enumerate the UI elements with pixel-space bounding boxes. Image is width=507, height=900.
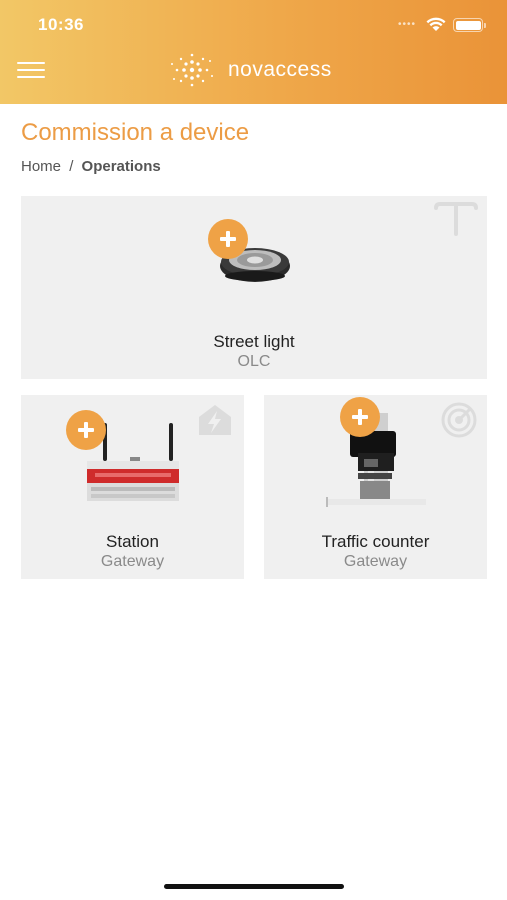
status-time: 10:36 — [38, 15, 84, 34]
add-device-button[interactable] — [66, 410, 106, 450]
signal-icon: •••• — [398, 19, 417, 30]
plus-icon — [220, 231, 236, 247]
status-bar: 10:36 •••• — [0, 0, 507, 50]
wifi-icon — [426, 17, 446, 31]
plus-icon — [352, 409, 368, 425]
breadcrumb-current: Operations — [81, 158, 161, 175]
radar-icon — [441, 402, 477, 438]
brand-name: novaccess — [228, 58, 332, 81]
device-name: Street light — [213, 332, 295, 351]
menu-button[interactable] — [17, 62, 45, 80]
breadcrumb-home[interactable]: Home — [21, 158, 61, 175]
page-title: Commission a device — [21, 119, 250, 146]
device-card-station[interactable]: Station Gateway — [21, 395, 244, 579]
lightning-house-icon — [199, 405, 231, 435]
app-header: 10:36 •••• novaccess — [0, 0, 507, 104]
pole-icon — [434, 202, 478, 236]
plus-icon — [78, 422, 94, 438]
device-type: Gateway — [343, 553, 408, 570]
device-card-street-light[interactable]: Street light OLC — [21, 196, 487, 379]
device-type: OLC — [237, 353, 271, 370]
add-device-button[interactable] — [340, 397, 380, 437]
add-device-button[interactable] — [208, 219, 248, 259]
novaccess-logo-icon — [171, 53, 213, 87]
device-name: Station — [106, 532, 159, 551]
brand: novaccess — [168, 50, 332, 90]
breadcrumb-separator: / — [69, 158, 74, 175]
device-name: Traffic counter — [321, 532, 430, 551]
battery-icon — [453, 18, 486, 32]
home-indicator[interactable] — [164, 884, 344, 889]
breadcrumb: Home / Operations — [21, 158, 161, 175]
device-type: Gateway — [100, 553, 165, 570]
device-card-traffic-counter[interactable]: Traffic counter Gateway — [264, 395, 487, 579]
